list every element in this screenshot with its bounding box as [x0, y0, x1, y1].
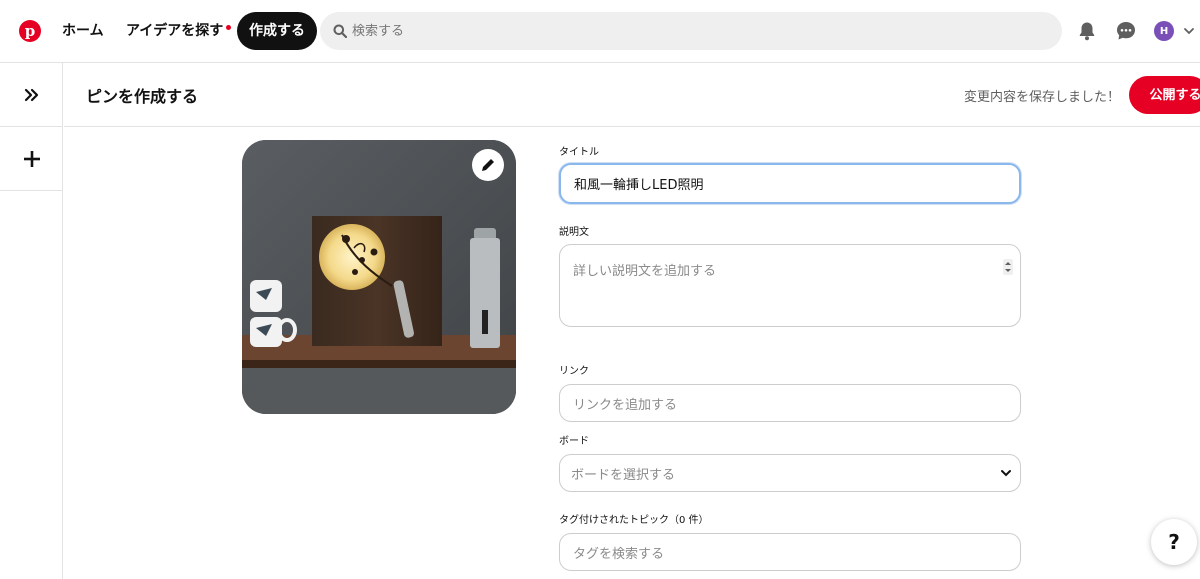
chevron-down-icon — [1001, 470, 1011, 477]
nav-create-button[interactable]: 作成する — [237, 12, 317, 50]
nav-explore-label: アイデアを探す — [126, 23, 224, 39]
double-chevron-right-icon — [24, 88, 38, 101]
description-label: 説明文 — [559, 227, 589, 238]
create-pin-header: ピンを作成する 変更内容を保存しました！ 公開する — [64, 63, 1200, 127]
pin-photo — [242, 140, 516, 414]
description-textarea[interactable]: 詳しい説明文を追加する — [559, 244, 1021, 327]
search-bar[interactable] — [320, 12, 1062, 50]
tag-search-input[interactable]: タグを検索する — [559, 533, 1021, 571]
publish-button[interactable]: 公開する — [1129, 76, 1200, 114]
pinterest-logo-icon[interactable]: p — [19, 20, 41, 42]
top-nav-bar: p ホーム アイデアを探す 作成する H — [0, 0, 1200, 63]
add-pin-button[interactable] — [0, 127, 63, 191]
avatar[interactable]: H — [1154, 21, 1174, 41]
title-input[interactable]: 和風一輪挿しLED照明 — [559, 163, 1021, 204]
pin-image-preview — [242, 140, 516, 414]
svg-text:p: p — [25, 22, 36, 40]
chat-icon[interactable] — [1114, 19, 1138, 43]
resize-stepper-icon — [1003, 259, 1013, 275]
board-placeholder: ボードを選択する — [571, 467, 676, 483]
edit-image-button[interactable] — [472, 149, 504, 181]
tags-label: タグ付けされたトピック（0 件） — [559, 515, 709, 526]
page-title: ピンを作成する — [86, 87, 199, 106]
link-input[interactable]: リンクを追加する — [559, 384, 1021, 422]
nav-explore-link[interactable]: アイデアを探す — [114, 12, 235, 50]
help-button[interactable]: ? — [1151, 519, 1197, 565]
search-icon — [333, 24, 347, 38]
notification-dot — [226, 25, 232, 30]
description-placeholder: 詳しい説明文を追加する — [573, 264, 717, 279]
plus-icon — [23, 150, 40, 167]
pencil-icon — [482, 159, 494, 171]
chevron-down-icon[interactable] — [1182, 25, 1196, 37]
nav-home-link[interactable]: ホーム — [50, 12, 116, 50]
bell-icon[interactable] — [1075, 19, 1099, 43]
board-label: ボード — [559, 436, 589, 447]
board-select[interactable]: ボードを選択する — [559, 454, 1021, 492]
expand-sidebar-button[interactable] — [0, 63, 63, 127]
left-sidebar — [0, 63, 63, 579]
link-label: リンク — [559, 366, 589, 377]
title-label: タイトル — [559, 147, 599, 158]
search-input[interactable] — [352, 12, 1042, 50]
saved-status-text: 変更内容を保存しました！ — [964, 90, 1121, 105]
